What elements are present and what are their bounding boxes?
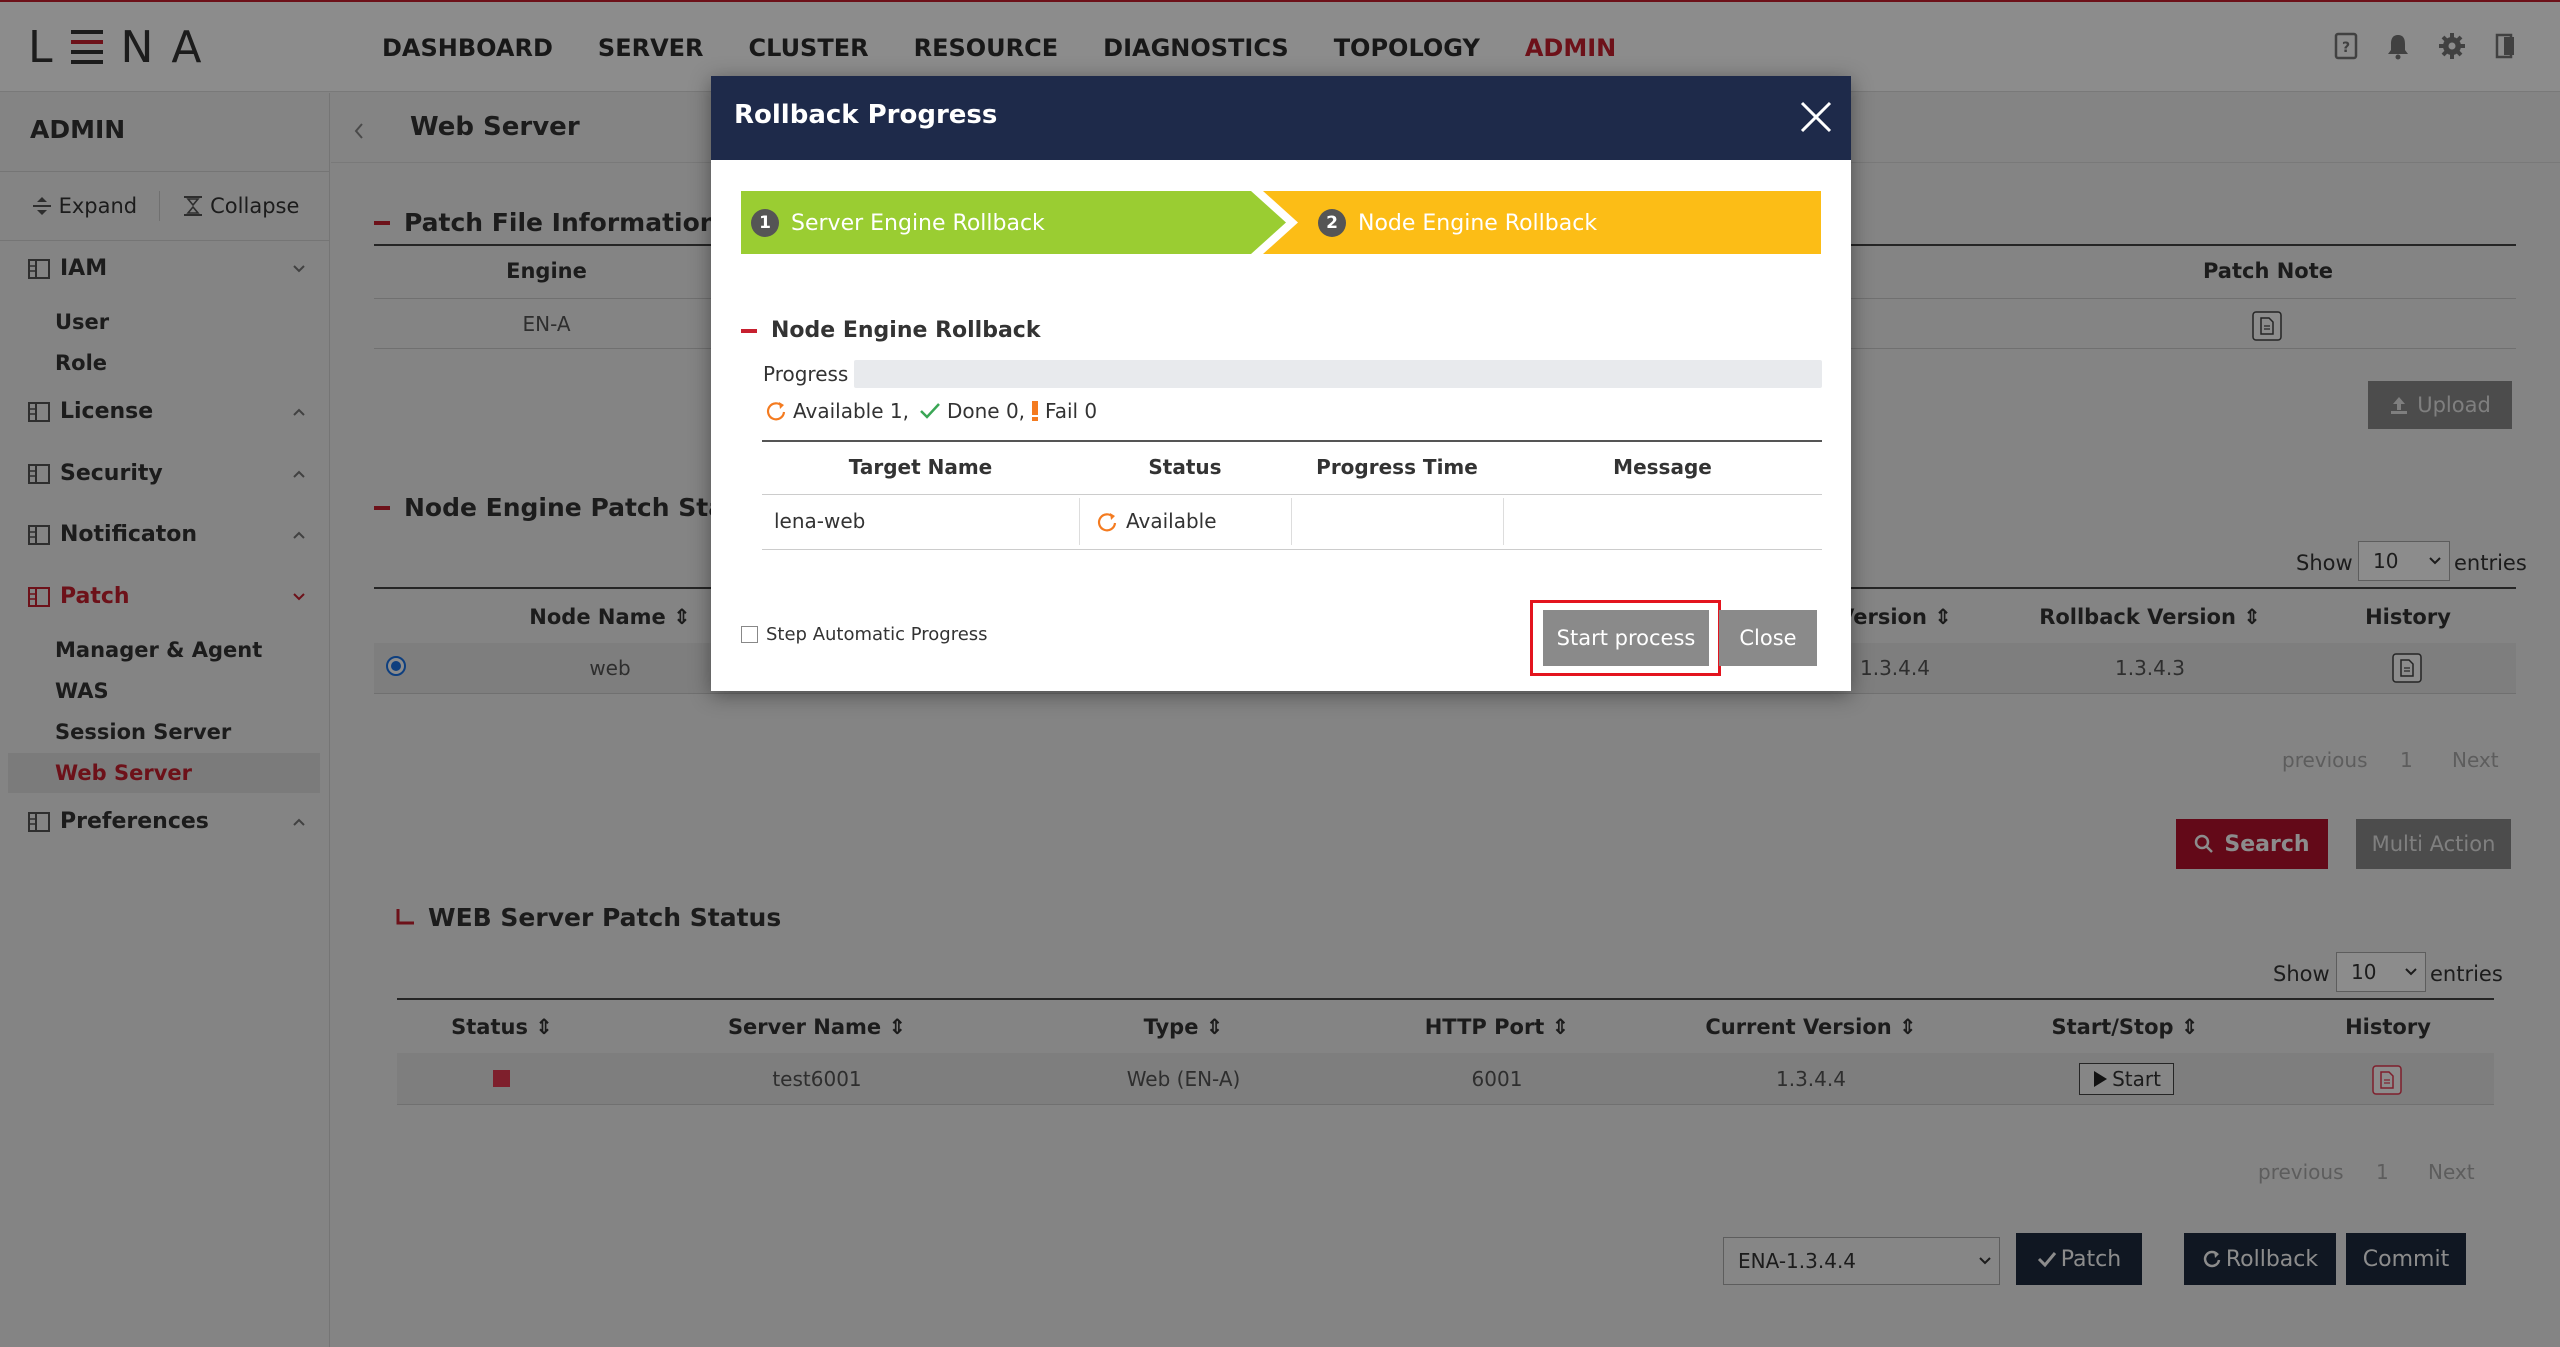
target-name-cell: lena-web: [774, 509, 866, 533]
progress-time-cell: [1291, 494, 1503, 549]
col-progress-time: Progress Time: [1316, 455, 1478, 479]
progress-label: Progress: [763, 362, 849, 386]
available-count: Available 1,: [793, 399, 909, 423]
message-cell: [1503, 494, 1822, 549]
refresh-icon: [1097, 512, 1117, 531]
status-cell: Available: [1096, 494, 1286, 549]
section-dash: [741, 328, 757, 333]
start-process-button[interactable]: Start process: [1543, 610, 1709, 666]
col-status: Status: [1148, 455, 1222, 479]
step-auto-checkbox[interactable]: Step Automatic Progress: [741, 624, 988, 645]
progress-bar: [854, 360, 1822, 388]
checkbox[interactable]: [741, 626, 758, 643]
done-count: Done 0,: [946, 399, 1026, 423]
col-message: Message: [1613, 455, 1712, 479]
modal-header: Rollback Progress: [711, 76, 1851, 160]
progress-counts: Available 1, Done 0, Fail 0: [765, 399, 1097, 423]
row-divider: [762, 549, 1822, 550]
close-button[interactable]: Close: [1719, 610, 1817, 666]
fail-count: Fail 0: [1045, 399, 1098, 423]
modal-close-button[interactable]: [1799, 100, 1833, 134]
check-icon: [920, 403, 940, 419]
close-icon: [1800, 101, 1832, 133]
exclamation-icon: [1032, 401, 1039, 421]
refresh-icon: [766, 402, 786, 421]
step-node-engine: 2 Node Engine Rollback: [1318, 209, 1597, 237]
modal-title: Rollback Progress: [734, 100, 998, 130]
rollback-progress-modal: Rollback Progress 1 Server Engine Rollba…: [711, 76, 1851, 691]
modal-section-title: Node Engine Rollback: [741, 318, 1040, 343]
col-target-name: Target Name: [848, 455, 993, 479]
rollback-target-table: Target Name Status Progress Time Message…: [762, 440, 1822, 550]
step-server-engine: 1 Server Engine Rollback: [751, 209, 1045, 237]
